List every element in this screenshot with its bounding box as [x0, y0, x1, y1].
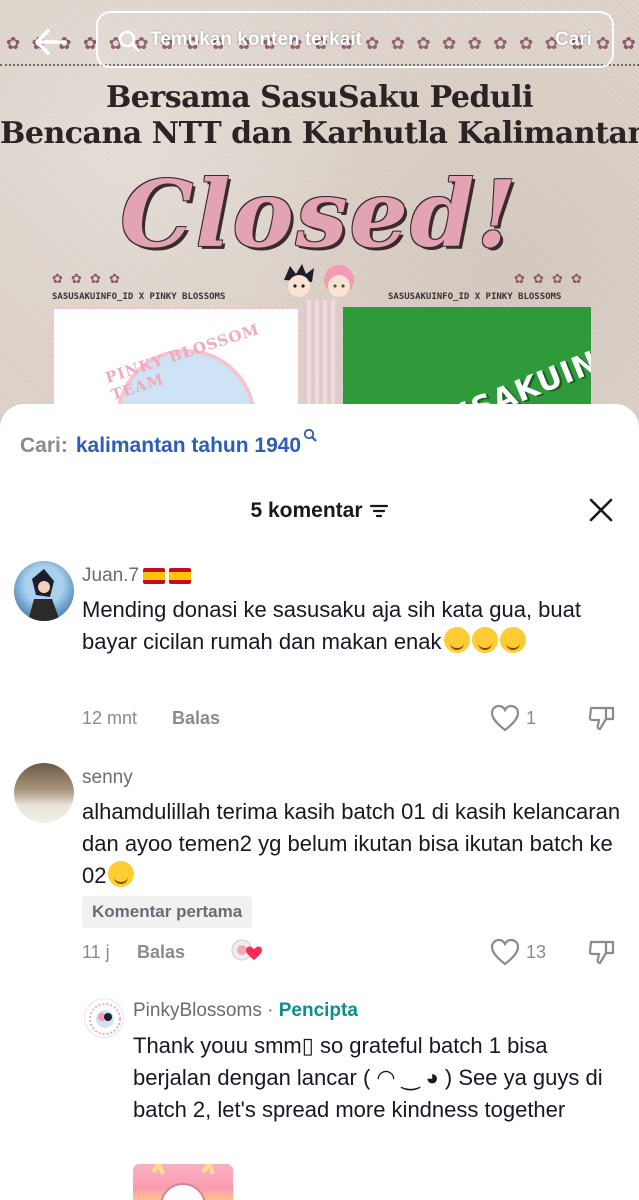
pinky-blossoms-logo-icon [89, 1003, 121, 1035]
poster-title-line1: Bersama SasuSaku Peduli [105, 80, 534, 115]
comment-item: senny alhamdulillah terima kasih batch 0… [0, 760, 639, 966]
like-count: 1 [526, 708, 537, 728]
poster-credit-right: SASUSAKUINFO_ID X PINKY BLOSSOMS [388, 292, 562, 302]
comment-item: Juan.7 Mending donasi ke sasusaku aja si… [0, 558, 639, 738]
search-suggestion[interactable]: Cari: kalimantan tahun 1940 [20, 428, 317, 458]
chibi-sasuke-icon [284, 264, 314, 297]
spain-flag-icon [143, 568, 166, 584]
poster-title: Bersama SasuSaku Peduli Bencana NTT dan … [0, 80, 639, 152]
avatar[interactable] [14, 561, 74, 621]
comment-text: Mending donasi ke sasusaku aja sih kata … [82, 594, 602, 658]
search-suggestion-prefix: Cari: [20, 434, 68, 457]
comment-text: Thank youu smm▯ so grateful batch 1 bisa… [133, 1033, 603, 1122]
arrow-left-icon [35, 29, 67, 55]
comment-username[interactable]: PinkyBlossoms · Pencipta [133, 1000, 358, 1022]
poster-mini-stars-right: ✿ ✿ ✿ ✿ [514, 272, 584, 287]
reply-button[interactable]: Balas [172, 708, 220, 729]
first-comment-tag: Komentar pertama [82, 896, 253, 928]
poster-closed-word: Closed! [120, 160, 519, 268]
comment-text: alhamdulillah terima kasih batch 01 di k… [82, 796, 622, 892]
chibi-sakura-icon [324, 265, 354, 297]
comments-sheet: Cari: kalimantan tahun 1940 5 komentar J… [0, 404, 639, 1200]
comment-timestamp: 11 j [82, 942, 110, 962]
face-hand-over-mouth-icon [471, 627, 498, 653]
comment-username-text: senny [82, 767, 133, 788]
avatar-figure-icon [28, 569, 60, 621]
video-background-poster[interactable]: ✿ ✿ ✿ ✿ ✿ ✿ ✿ ✿ ✿ ✿ ✿ ✿ ✿ ✿ ✿ ✿ ✿ ✿ ✿ ✿ … [0, 0, 639, 460]
avatar[interactable] [14, 763, 74, 823]
search-icon [118, 30, 140, 52]
smiling-face-icon [108, 861, 135, 887]
comment-username-text: Juan.7 [82, 565, 140, 586]
search-placeholder[interactable]: Temukan konten terkait [150, 29, 362, 51]
reply-button[interactable]: Balas [137, 942, 185, 963]
face-hand-over-mouth-icon [499, 627, 526, 653]
like-count: 13 [526, 942, 547, 962]
spain-flag-icon [169, 568, 192, 584]
poster-mini-stars-left: ✿ ✿ ✿ ✿ [52, 272, 122, 287]
comment-username[interactable]: Juan.7 [82, 565, 192, 587]
search-submit-button[interactable]: Cari [555, 29, 592, 51]
poster-credit-left: SASUSAKUINFO_ID X PINKY BLOSSOMS [52, 292, 226, 302]
poster-title-line2: Bencana NTT dan Karhutla Kalimantan [0, 116, 639, 151]
comment-username[interactable]: senny [82, 767, 133, 789]
back-button[interactable] [22, 18, 78, 66]
heart-icon[interactable] [490, 704, 520, 732]
username-separator: · [261, 1000, 279, 1021]
dislike-icon[interactable] [588, 704, 616, 732]
comment-text-body: alhamdulillah terima kasih batch 01 di k… [82, 799, 621, 888]
dislike-icon[interactable] [588, 938, 616, 966]
search-suggestion-query[interactable]: kalimantan tahun 1940 [76, 434, 301, 458]
reply-comment-item: PinkyBlossoms · Pencipta Thank youu smm▯… [0, 994, 639, 1200]
search-small-icon [304, 428, 317, 442]
comment-username-text: PinkyBlossoms [133, 1000, 262, 1021]
filter-icon[interactable] [369, 503, 389, 519]
sticker-image-icon [151, 1164, 215, 1200]
comment-count-label: 5 komentar [250, 499, 363, 522]
comment-timestamp: 12 mnt [82, 708, 138, 728]
avatar[interactable] [84, 998, 124, 1038]
reply-image-thumbnail[interactable] [133, 1164, 233, 1200]
comment-count-row[interactable]: 5 komentar [0, 496, 639, 526]
creator-badge: Pencipta [278, 1000, 358, 1021]
close-icon[interactable] [587, 496, 615, 524]
creator-liked-icon [231, 939, 262, 961]
face-hand-over-mouth-icon [443, 627, 470, 653]
heart-icon[interactable] [490, 938, 520, 966]
search-bar[interactable]: Temukan konten terkait Cari [96, 11, 614, 68]
